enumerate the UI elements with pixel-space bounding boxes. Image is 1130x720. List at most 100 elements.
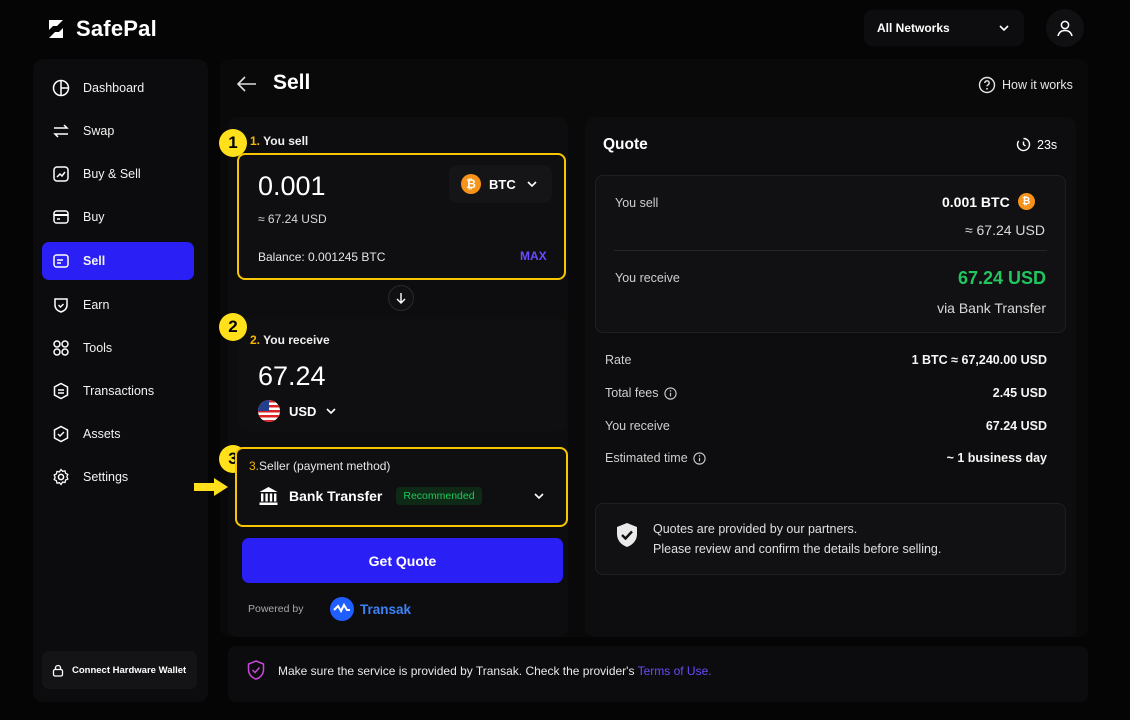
step-label-you-receive: 2. You receive	[250, 333, 330, 347]
grid-icon	[51, 338, 71, 358]
payment-method-label: Bank Transfer	[289, 488, 383, 504]
coin-select[interactable]: ₿ BTC	[449, 165, 552, 203]
fiat-label: USD	[289, 403, 317, 419]
bank-icon	[258, 486, 279, 506]
total-fees-label-row: Total fees	[605, 386, 677, 400]
chevron-down-icon	[325, 405, 337, 417]
provider-name: Transak	[360, 601, 412, 617]
sidebar-item-transactions[interactable]: Transactions	[42, 372, 194, 410]
max-button[interactable]: MAX	[520, 249, 547, 263]
wallet-card-icon	[51, 251, 71, 271]
rate-label: Rate	[605, 353, 632, 367]
receive-summary-label: You receive	[605, 419, 670, 433]
hardware-wallet-label: Connect Hardware Wallet	[72, 664, 187, 676]
sidebar-item-label: Earn	[83, 298, 110, 312]
chevron-down-icon	[998, 22, 1010, 34]
sidebar-item-label: Transactions	[83, 384, 155, 398]
app-name: SafePal	[76, 16, 157, 41]
bitcoin-icon: ₿	[461, 174, 481, 194]
quote-you-receive-label: You receive	[615, 271, 680, 285]
safepal-logo-icon	[44, 17, 68, 41]
dashboard-icon	[51, 78, 71, 98]
sidebar-item-earn[interactable]: Earn	[42, 286, 194, 324]
sidebar-item-label: Dashboard	[83, 81, 145, 95]
get-quote-button[interactable]: Get Quote	[242, 538, 563, 583]
connect-hardware-wallet-button[interactable]: Connect Hardware Wallet	[42, 651, 197, 689]
arrow-down-icon	[395, 292, 407, 304]
sidebar-item-label: Assets	[83, 427, 121, 441]
chevron-down-icon	[526, 178, 538, 190]
sidebar-item-label: Swap	[83, 124, 115, 138]
sidebar: Dashboard Swap Buy & Sell Buy Sell Earn …	[33, 59, 208, 702]
quote-timer: 23s	[1016, 137, 1057, 152]
estimated-time-label: Estimated time	[605, 451, 688, 465]
sidebar-item-buy-sell[interactable]: Buy & Sell	[42, 155, 194, 193]
user-profile-button[interactable]	[1046, 9, 1084, 47]
sidebar-item-assets[interactable]: Assets	[42, 415, 194, 453]
sidebar-item-label: Tools	[83, 341, 113, 355]
how-it-works-label: How it works	[1002, 78, 1073, 92]
terms-of-use-link[interactable]: Terms of Use.	[638, 664, 712, 678]
step-badge-2: 2	[219, 313, 247, 341]
sidebar-item-settings[interactable]: Settings	[42, 458, 194, 496]
transak-icon	[330, 597, 354, 621]
provider-logo: Transak	[330, 597, 411, 621]
coin-label: BTC	[489, 176, 516, 192]
back-button[interactable]	[236, 74, 258, 94]
app-logo[interactable]: SafePal	[44, 14, 157, 44]
lock-icon	[52, 664, 64, 677]
bitcoin-icon: ₿	[1017, 193, 1035, 210]
estimated-time-value: ~ 1 business day	[946, 451, 1047, 465]
fiat-select[interactable]: USD	[258, 400, 337, 422]
rate-value: 1 BTC ≈ 67,240.00 USD	[911, 353, 1047, 367]
us-flag-icon	[258, 400, 280, 422]
balance-text: Balance: 0.001245 BTC	[258, 250, 386, 264]
quote-title: Quote	[603, 136, 648, 153]
swap-icon	[51, 121, 71, 141]
powered-by-label: Powered by	[248, 603, 304, 615]
info-icon[interactable]	[663, 386, 677, 400]
sidebar-item-swap[interactable]: Swap	[42, 112, 194, 150]
sell-usd-value: ≈ 67.24 USD	[258, 212, 327, 226]
quote-you-sell-label: You sell	[615, 196, 659, 210]
info-icon[interactable]	[693, 451, 706, 465]
sidebar-item-tools[interactable]: Tools	[42, 329, 194, 367]
quote-via-method: via Bank Transfer	[937, 300, 1046, 316]
sidebar-item-sell[interactable]: Sell	[42, 242, 194, 280]
sidebar-item-label: Settings	[83, 470, 129, 484]
timer-icon	[1016, 137, 1031, 152]
quote-you-sell-usd: ≈ 67.24 USD	[964, 222, 1045, 238]
assets-icon	[51, 424, 71, 444]
step-label-you-sell: 1. You sell	[250, 134, 309, 148]
sell-amount-input[interactable]: 0.001	[258, 171, 326, 202]
recommended-badge: Recommended	[396, 487, 482, 505]
shield-icon	[51, 295, 71, 315]
estimated-time-label-row: Estimated time	[605, 451, 706, 465]
divider	[614, 250, 1047, 251]
payment-method-select[interactable]: Bank Transfer Recommended	[258, 486, 482, 506]
notice-line-2: Please review and confirm the details be…	[653, 542, 942, 556]
pointer-arrow-icon	[193, 477, 229, 497]
quote-you-sell-row: 0.001 BTC ₿	[942, 193, 1035, 210]
sidebar-item-label: Buy	[83, 210, 105, 224]
network-select[interactable]: All Networks	[864, 10, 1024, 46]
chart-icon	[51, 164, 71, 184]
shield-icon	[247, 660, 265, 680]
page-title: Sell	[273, 71, 311, 94]
sidebar-item-buy[interactable]: Buy	[42, 198, 194, 236]
partner-notice	[595, 503, 1066, 575]
footer-message: Make sure the service is provided by Tra…	[278, 664, 638, 678]
how-it-works-link[interactable]: How it works	[978, 76, 1073, 94]
arrow-left-icon	[236, 74, 258, 94]
sidebar-item-label: Buy & Sell	[83, 167, 141, 181]
step-label-seller: 3.Seller (payment method)	[249, 459, 391, 473]
shield-check-icon	[615, 522, 639, 548]
notice-line-1: Quotes are provided by our partners.	[653, 522, 858, 536]
chevron-down-icon[interactable]	[533, 490, 545, 502]
sidebar-item-label: Sell	[83, 254, 106, 268]
swap-direction-button[interactable]	[388, 285, 414, 311]
receive-summary-value: 67.24 USD	[985, 419, 1047, 433]
quote-you-sell-value: 0.001 BTC	[942, 193, 1010, 210]
gear-icon	[51, 467, 71, 487]
sidebar-item-dashboard[interactable]: Dashboard	[42, 69, 194, 107]
